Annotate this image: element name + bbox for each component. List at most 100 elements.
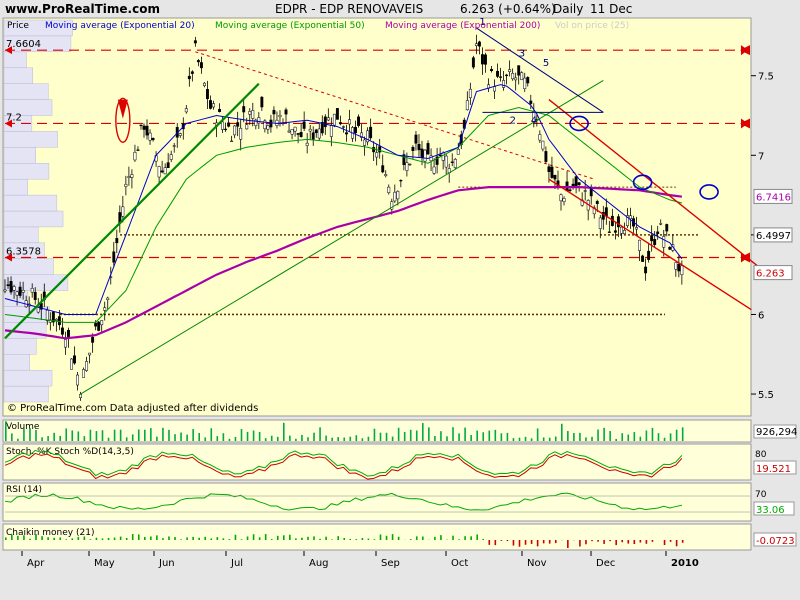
y-tick-label: 7 xyxy=(758,151,764,162)
wave-label: 2 xyxy=(510,115,516,126)
volume-bar xyxy=(494,429,497,441)
volume-bar xyxy=(325,435,327,441)
volume-bar xyxy=(283,422,285,441)
volume-bar xyxy=(5,421,7,441)
candle-body xyxy=(668,246,672,250)
x-month-label: Jun xyxy=(158,558,175,569)
volume-bar xyxy=(379,432,382,441)
volume-bar xyxy=(337,437,339,441)
volume-bar xyxy=(343,437,346,441)
rsi-panel[interactable] xyxy=(2,482,752,522)
chaikin-bar xyxy=(89,539,92,540)
volume-bar xyxy=(228,438,231,441)
candle-body xyxy=(3,289,7,292)
chaikin-bar xyxy=(434,536,436,540)
chaikin-bar xyxy=(512,540,515,546)
volume-bar xyxy=(216,436,219,441)
candle-body xyxy=(88,352,92,356)
level-label: 7.6604 xyxy=(6,39,41,50)
candle-body xyxy=(76,374,79,386)
candle-body xyxy=(272,109,276,115)
candle-body xyxy=(375,152,379,158)
x-month-label: Dec xyxy=(596,558,615,569)
candle-body xyxy=(299,132,303,138)
volume-bar xyxy=(397,427,400,441)
candle-body xyxy=(209,100,212,109)
volume-bar xyxy=(585,437,587,441)
candle-body xyxy=(115,238,119,244)
candle-body xyxy=(568,189,572,191)
candle-body xyxy=(317,128,321,139)
volume-bar xyxy=(264,438,267,441)
candle-body xyxy=(607,231,611,233)
chaikin-bar xyxy=(174,537,176,540)
volume-bar xyxy=(174,434,176,441)
volume-bar xyxy=(530,438,533,441)
candle-body xyxy=(484,54,487,65)
volume-profile-bar xyxy=(3,354,30,371)
volume-bar xyxy=(500,433,503,441)
chaikin-bar xyxy=(669,540,672,542)
candle-body xyxy=(79,394,82,398)
volume-profile-bar xyxy=(3,338,37,355)
chaikin-bar xyxy=(283,535,285,540)
volume-bar xyxy=(675,429,678,441)
candle-body xyxy=(160,170,164,173)
y-tick-label: 6 xyxy=(758,310,764,321)
candle-body xyxy=(296,133,300,135)
chaikin-bar xyxy=(464,536,466,540)
chaikin-bar xyxy=(289,534,291,540)
candle-body xyxy=(508,69,512,72)
site-name[interactable]: www.ProRealTime.com xyxy=(5,2,160,16)
candle-body xyxy=(665,224,669,232)
candle-body xyxy=(73,355,76,364)
chaikin-bar xyxy=(331,539,333,540)
instrument-title: EDPR - EDP RENOVAVEIS xyxy=(275,2,423,16)
candle-body xyxy=(163,167,167,175)
candle-body xyxy=(166,162,170,168)
volume-profile-bar xyxy=(3,369,53,387)
chaikin-bar xyxy=(198,537,200,540)
candle-body xyxy=(212,103,215,108)
level-label: 7.2 xyxy=(6,112,22,123)
chaikin-bar xyxy=(319,538,321,540)
volume-bar xyxy=(464,427,466,441)
candle-body xyxy=(674,262,678,270)
candle-body xyxy=(635,227,638,230)
candle-body xyxy=(21,289,25,293)
candle-body xyxy=(363,139,367,146)
candle-body xyxy=(178,133,182,136)
chaikin-bar xyxy=(301,537,303,540)
chaikin-bar xyxy=(500,540,503,541)
chaikin-bar xyxy=(11,534,13,540)
chaikin-bar xyxy=(246,536,249,540)
chaikin-bar xyxy=(591,540,593,542)
candle-body xyxy=(169,154,173,160)
volume-bar xyxy=(434,436,436,441)
chaikin-panel[interactable] xyxy=(2,523,752,551)
candle-body xyxy=(619,226,623,234)
candle-body xyxy=(54,318,58,321)
chaikin-bar xyxy=(422,536,424,540)
volume-profile-bar xyxy=(3,51,27,68)
volume-bar xyxy=(307,437,309,441)
chaikin-value: -0.0723 xyxy=(756,536,795,547)
volume-bar xyxy=(101,430,104,441)
wave-label: 5 xyxy=(543,58,549,69)
candle-body xyxy=(357,116,360,126)
candle-body xyxy=(251,110,255,119)
volume-bar xyxy=(119,429,122,441)
x-month-label: May xyxy=(94,558,115,569)
chaikin-bar xyxy=(295,538,297,540)
x-month-label: Apr xyxy=(27,558,45,569)
time-x-axis: Apr May Jun Jul Aug Sep Oct Nov Dec 2010 xyxy=(21,551,699,569)
candle-body xyxy=(236,122,240,127)
chaikin-bar xyxy=(150,536,152,540)
candle-body xyxy=(121,206,125,217)
x-month-label: Aug xyxy=(309,558,329,569)
volume-profile-bar xyxy=(3,147,36,164)
candle-body xyxy=(544,151,548,162)
volume-profile-bar xyxy=(3,210,64,228)
chaikin-bar xyxy=(119,536,122,540)
volume-bar xyxy=(289,435,291,441)
